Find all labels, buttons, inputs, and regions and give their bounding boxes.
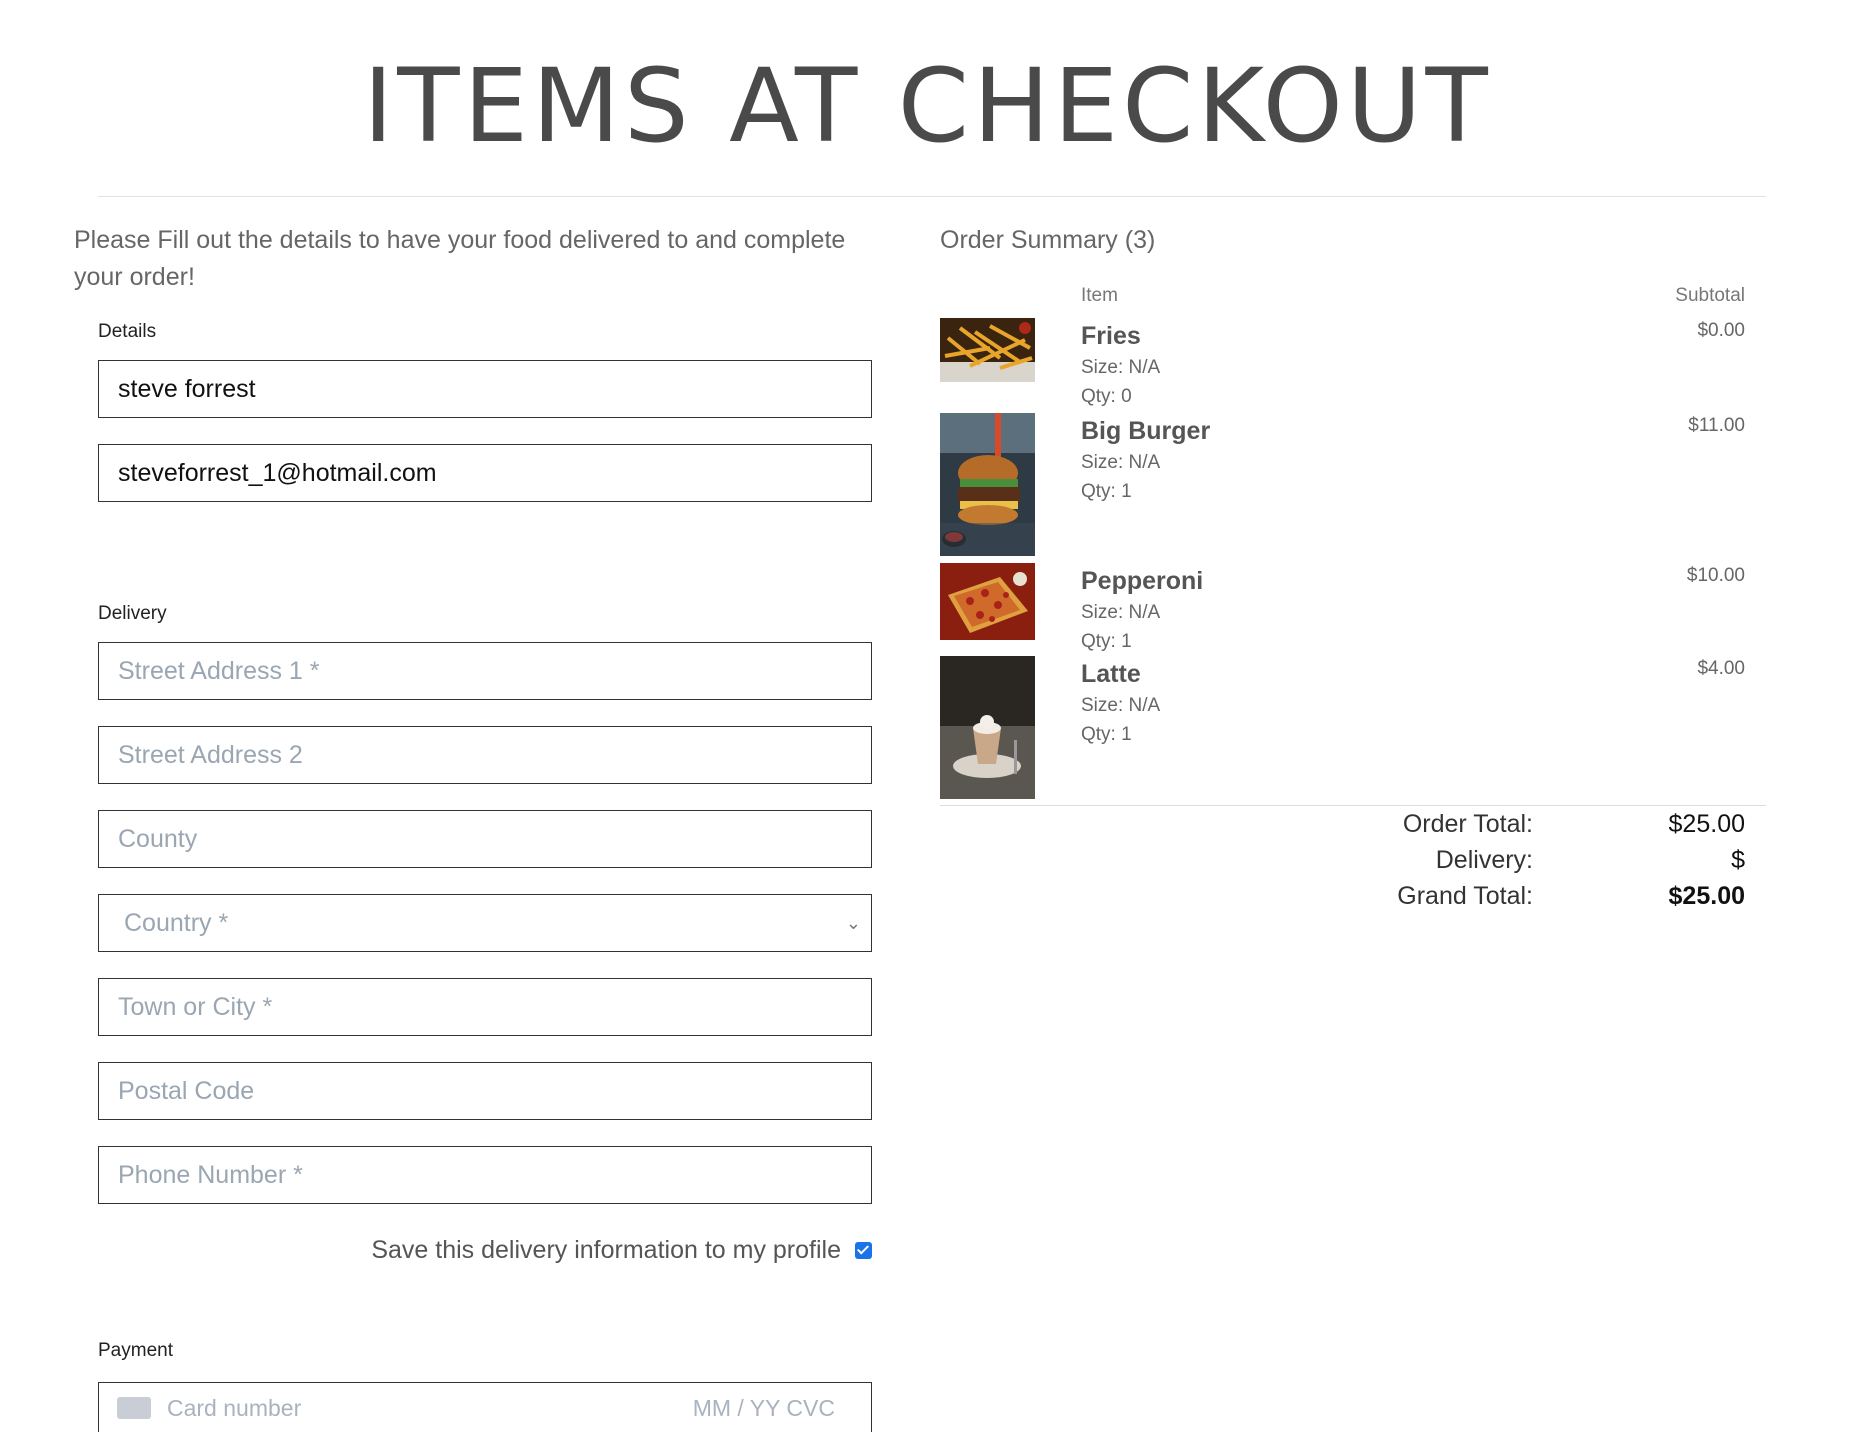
phone-input[interactable] bbox=[99, 1147, 871, 1203]
item-meta-big-burger: Size: N/A Qty: 1 bbox=[1081, 448, 1160, 506]
summary-divider bbox=[940, 805, 1766, 806]
item-qty: Qty: 1 bbox=[1081, 481, 1132, 502]
street-address-1-field[interactable] bbox=[98, 642, 872, 700]
payment-section-label: Payment bbox=[98, 1340, 173, 1361]
order-total-value: $25.00 bbox=[1668, 810, 1745, 838]
street-address-1-input[interactable] bbox=[99, 643, 871, 699]
subtotal-column-header: Subtotal bbox=[1675, 285, 1745, 306]
pizza-image bbox=[940, 563, 1035, 640]
item-size: Size: N/A bbox=[1081, 357, 1161, 378]
phone-field[interactable] bbox=[98, 1146, 872, 1204]
item-meta-latte: Size: N/A Qty: 1 bbox=[1081, 691, 1160, 749]
save-info-checkbox[interactable] bbox=[855, 1241, 872, 1259]
item-name-fries: Fries bbox=[1081, 322, 1141, 350]
email-input[interactable] bbox=[99, 445, 871, 501]
delivery-section-label: Delivery bbox=[98, 603, 167, 624]
item-price-big-burger: $11.00 bbox=[1688, 415, 1745, 436]
item-qty: Qty: 1 bbox=[1081, 631, 1132, 652]
save-info-row[interactable]: Save this delivery information to my pro… bbox=[98, 1233, 872, 1267]
county-input[interactable] bbox=[99, 811, 871, 867]
item-price-fries: $0.00 bbox=[1697, 320, 1745, 341]
save-info-label: Save this delivery information to my pro… bbox=[371, 1235, 841, 1264]
street-address-2-field[interactable] bbox=[98, 726, 872, 784]
item-name-big-burger: Big Burger bbox=[1081, 417, 1211, 445]
street-address-2-input[interactable] bbox=[99, 727, 871, 783]
item-meta-pepperoni: Size: N/A Qty: 1 bbox=[1081, 598, 1160, 656]
card-field[interactable]: Card number MM / YY CVC bbox=[98, 1382, 872, 1432]
item-price-latte: $4.00 bbox=[1697, 658, 1745, 679]
item-name-latte: Latte bbox=[1081, 660, 1141, 688]
item-meta-fries: Size: N/A Qty: 0 bbox=[1081, 353, 1160, 411]
details-section-label: Details bbox=[98, 321, 157, 342]
checkout-instructions: Please Fill out the details to have your… bbox=[74, 226, 846, 291]
title-divider bbox=[98, 196, 1766, 197]
full-name-field[interactable] bbox=[98, 360, 872, 418]
expiry-cvc-placeholder[interactable]: MM / YY CVC bbox=[693, 1395, 835, 1422]
order-summary-title: Order Summary (3) bbox=[940, 226, 1156, 254]
postal-code-field[interactable] bbox=[98, 1062, 872, 1120]
item-size: Size: N/A bbox=[1081, 452, 1161, 473]
county-field[interactable] bbox=[98, 810, 872, 868]
card-number-placeholder[interactable]: Card number bbox=[167, 1395, 301, 1422]
grand-total-label: Grand Total: bbox=[1397, 882, 1533, 910]
delivery-label: Delivery: bbox=[1435, 846, 1533, 874]
country-select[interactable]: Country * bbox=[99, 895, 871, 951]
item-size: Size: N/A bbox=[1081, 602, 1161, 623]
email-field[interactable] bbox=[98, 444, 872, 502]
full-name-input[interactable] bbox=[99, 361, 871, 417]
item-qty: Qty: 1 bbox=[1081, 724, 1132, 745]
town-field[interactable] bbox=[98, 978, 872, 1036]
item-qty: Qty: 0 bbox=[1081, 386, 1132, 407]
delivery-value: $ bbox=[1731, 846, 1745, 874]
credit-card-icon bbox=[117, 1397, 151, 1419]
town-input[interactable] bbox=[99, 979, 871, 1035]
order-total-label: Order Total: bbox=[1402, 810, 1533, 838]
item-size: Size: N/A bbox=[1081, 695, 1161, 716]
grand-total-value: $25.00 bbox=[1668, 882, 1745, 910]
item-name-pepperoni: Pepperoni bbox=[1081, 567, 1204, 595]
page-title: ITEMS AT CHECKOUT bbox=[363, 47, 1492, 166]
fries-image bbox=[940, 318, 1035, 382]
burger-image bbox=[940, 413, 1035, 556]
item-column-header: Item bbox=[1081, 285, 1118, 306]
latte-image bbox=[940, 656, 1035, 799]
postal-code-input[interactable] bbox=[99, 1063, 871, 1119]
item-price-pepperoni: $10.00 bbox=[1686, 565, 1745, 586]
country-field[interactable]: Country * ⌄ bbox=[98, 894, 872, 952]
